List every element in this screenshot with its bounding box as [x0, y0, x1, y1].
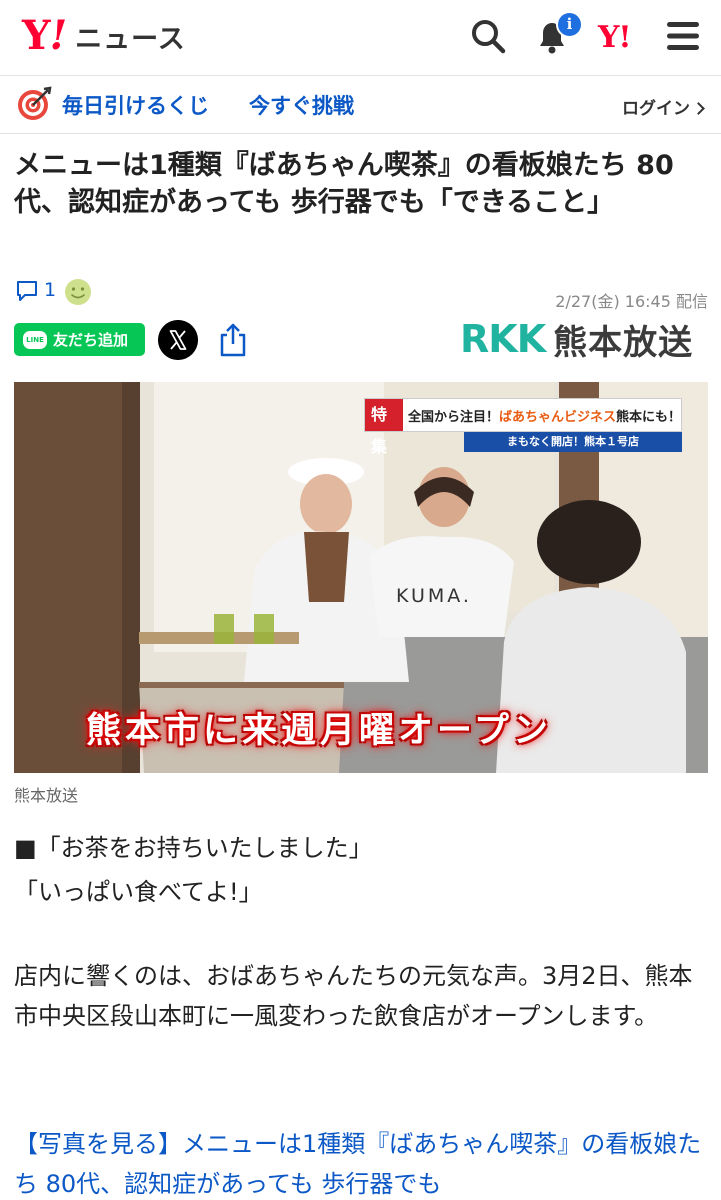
app-header: Y! ニュース i Y! [0, 0, 721, 76]
shirt-text: KUMA. [396, 585, 472, 607]
logo-mark: ! [49, 12, 68, 59]
yahoo-news-logo[interactable]: Y! ニュース [22, 16, 186, 56]
login-label: ログイン [622, 99, 690, 119]
search-icon[interactable] [466, 14, 510, 58]
line-add-friend-button[interactable]: LINE 友だち追加 [14, 323, 145, 356]
body-paragraph: 店内に響くのは、おばあちゃんたちの元気な声。3月2日、熊本市中央区段山本町に一風… [14, 962, 693, 1030]
notification-badge: i [556, 11, 583, 38]
banner-text-2: ばあちゃんビジネス [498, 409, 616, 425]
smile-icon[interactable] [64, 278, 92, 306]
menu-icon[interactable] [664, 18, 702, 54]
banner-tag: 特集 [365, 399, 403, 456]
comment-icon[interactable] [16, 280, 38, 302]
article-meta-row: 1 2/27(金) 16:45 配信 [14, 276, 708, 311]
photo-caption: 熊本放送 [14, 786, 79, 805]
publisher-name: 熊本放送 [553, 322, 694, 363]
target-icon [18, 86, 52, 120]
login-link[interactable]: ログイン [622, 94, 705, 119]
body-quote-1: ■「お茶をお持ちいたしました」 [14, 834, 373, 862]
logo-y: Y [22, 12, 51, 59]
comment-count[interactable]: 1 [44, 279, 56, 301]
promo-lottery-text[interactable]: 毎日引けるくじ [62, 90, 209, 120]
publisher-latin: RKK [460, 317, 546, 361]
photo-gallery-link[interactable]: 【写真を見る】メニューは1種類『ばあちゃん喫茶』の看板娘たち 80代、認知症があ… [14, 1124, 708, 1200]
line-icon: LINE [23, 330, 47, 349]
tv-banner: 特集 全国から注目！ ばあちゃんビジネス 熊本にも！ [364, 398, 682, 456]
line-add-friend-label: 友だち追加 [53, 331, 129, 349]
banner-text-1: 全国から注目！ [407, 409, 499, 425]
tv-sub-banner: まもなく開店！熊本１号店 [464, 432, 682, 452]
promo-challenge-link[interactable]: 今すぐ挑戦 [249, 90, 354, 120]
publisher-logo[interactable]: RKK 熊本放送 [460, 317, 694, 363]
body-quote-2: 「いっぱい食べてよ!」 [14, 878, 263, 906]
share-icon[interactable] [218, 322, 248, 358]
banner-text-3: 熊本にも！ [615, 409, 681, 425]
share-row: LINE 友だち追加 RKK 熊本放送 [14, 317, 708, 363]
publish-date: 2/27(金) 16:45 配信 [555, 292, 708, 311]
x-share-icon[interactable] [158, 320, 198, 360]
logo-news-text: ニュース [75, 23, 186, 55]
chevron-right-icon [692, 102, 705, 115]
article-title: メニューは1種類『ばあちゃん喫茶』の看板娘たち 80代、認知症があっても 歩行器… [14, 150, 674, 218]
article-photo[interactable]: 特集 全国から注目！ ばあちゃんビジネス 熊本にも！ まもなく開店！熊本１号店 KU… [14, 382, 708, 773]
lottery-promo-bar[interactable]: 毎日引けるくじ 今すぐ挑戦 ログイン [0, 76, 721, 134]
yahoo-icon[interactable]: Y! [598, 20, 632, 55]
photo-overlay-caption: 熊本市に来週月曜オープン [86, 710, 552, 751]
